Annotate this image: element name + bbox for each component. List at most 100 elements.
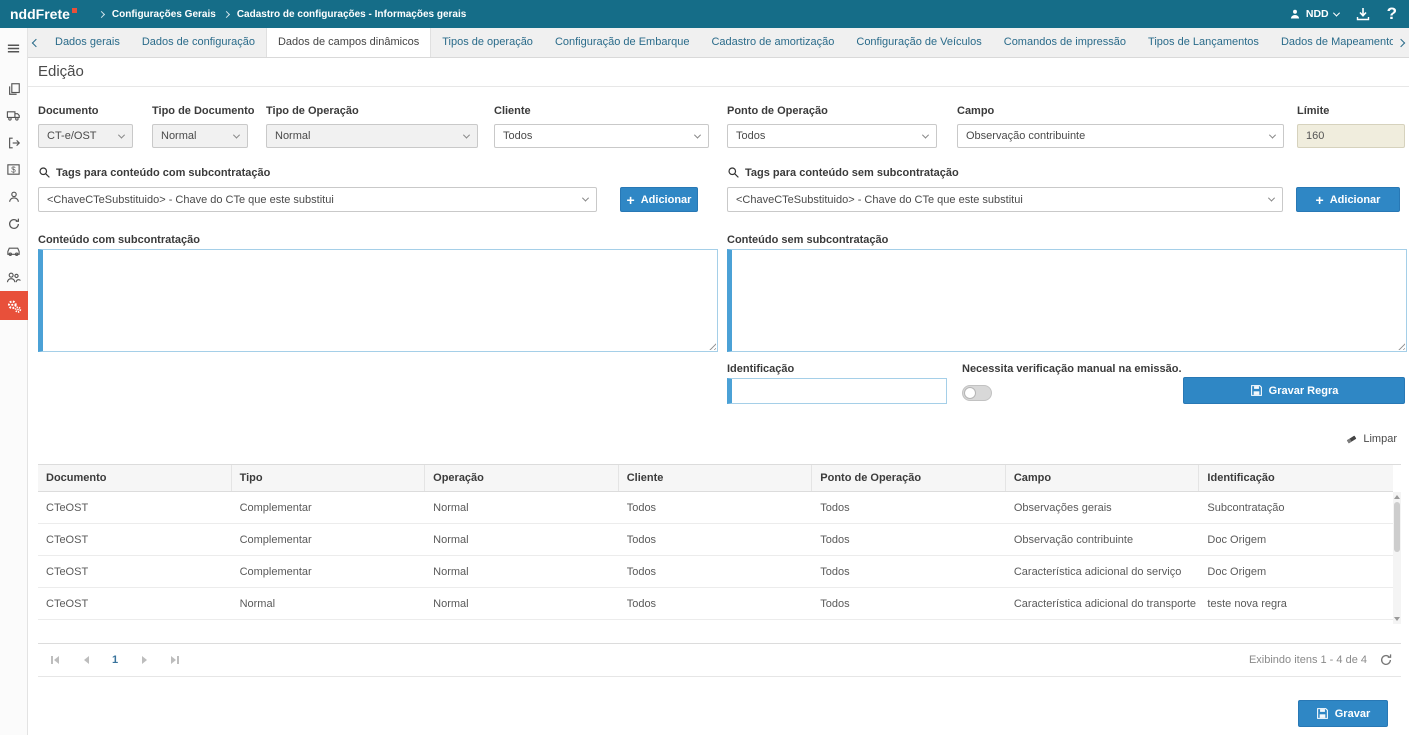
identificacao-label: Identificação xyxy=(727,363,794,375)
chevron-down-icon xyxy=(233,131,240,138)
tab-configuracao-de-embarque[interactable]: Configuração de Embarque xyxy=(544,28,701,57)
cell: CTeOST xyxy=(38,524,232,555)
next-page-button[interactable] xyxy=(135,651,153,669)
sidebar-item-billing[interactable]: $ xyxy=(0,156,28,183)
content-without-textarea[interactable] xyxy=(727,249,1407,352)
cell: CTeOST xyxy=(38,492,232,523)
chevron-right-icon xyxy=(1397,38,1405,46)
breadcrumb-cadastro-configuracoes[interactable]: Cadastro de configurações - Informações … xyxy=(237,9,467,20)
table-row[interactable]: CTeOST Complementar Normal Todos Todos O… xyxy=(38,492,1393,524)
cell: Característica adicional do transporte xyxy=(1006,588,1200,619)
first-page-button[interactable] xyxy=(46,651,64,669)
sidebar-item-export[interactable] xyxy=(0,129,28,156)
app-logo[interactable]: nddFrete xyxy=(10,6,77,22)
sidebar-item-menu[interactable] xyxy=(0,35,28,62)
tab-tipos-de-lancamentos[interactable]: Tipos de Lançamentos xyxy=(1137,28,1270,57)
table-scrollbar[interactable] xyxy=(1393,492,1401,624)
content-with-wrap xyxy=(38,249,718,352)
cell: Doc Origem xyxy=(1199,556,1393,587)
tipo-documento-select[interactable]: Normal xyxy=(152,124,248,148)
clear-button[interactable]: Limpar xyxy=(1345,432,1397,445)
logo-badge-icon xyxy=(72,8,77,13)
sidebar-item-sync[interactable] xyxy=(0,210,28,237)
cell: Todos xyxy=(812,588,1006,619)
tab-dados-de-configuracao[interactable]: Dados de configuração xyxy=(131,28,266,57)
tipo-operacao-label: Tipo de Operação xyxy=(266,105,359,117)
scroll-down-icon[interactable] xyxy=(1394,617,1400,621)
menu-icon xyxy=(6,41,21,56)
add-tag-with-button[interactable]: + Adicionar xyxy=(620,187,698,212)
tab-configuracao-de-veiculos[interactable]: Configuração de Veículos xyxy=(845,28,992,57)
chevron-down-icon xyxy=(582,195,589,202)
previous-page-button[interactable] xyxy=(77,651,95,669)
manual-check-label: Necessita verificação manual na emissão. xyxy=(962,363,1182,375)
sidebar-item-users[interactable] xyxy=(0,264,28,291)
breadcrumb-configuracoes-gerais[interactable]: Configurações Gerais xyxy=(112,9,216,20)
items-status: Exibindo itens 1 - 4 de 4 xyxy=(1249,654,1367,666)
table-row[interactable]: CTeOST Complementar Normal Todos Todos O… xyxy=(38,524,1393,556)
column-header-ponto-operacao: Ponto de Operação xyxy=(812,465,1006,491)
tipo-operacao-select[interactable]: Normal xyxy=(266,124,478,148)
add-tag-without-button[interactable]: + Adicionar xyxy=(1296,187,1400,212)
sidebar-item-settings[interactable] xyxy=(0,291,28,320)
tabs-scroll-right-button[interactable] xyxy=(1393,28,1409,57)
column-header-operacao: Operação xyxy=(425,465,619,491)
column-header-campo: Campo xyxy=(1006,465,1200,491)
chevron-right-icon xyxy=(98,10,105,17)
cell: Complementar xyxy=(232,492,426,523)
scroll-thumb[interactable] xyxy=(1394,502,1400,552)
save-icon xyxy=(1316,707,1329,720)
refresh-button[interactable] xyxy=(1379,653,1393,667)
page-title: Edição xyxy=(38,63,84,80)
manual-check-toggle[interactable] xyxy=(962,385,992,401)
save-icon xyxy=(1250,384,1263,397)
tab-cadastro-de-amortizacao[interactable]: Cadastro de amortização xyxy=(700,28,845,57)
cell: Normal xyxy=(232,588,426,619)
tags-with-select[interactable]: <ChaveCTeSubstituido> - Chave do CTe que… xyxy=(38,187,597,212)
last-page-button[interactable] xyxy=(166,651,184,669)
help-button[interactable]: ? xyxy=(1387,4,1399,24)
tab-comandos-de-impressao[interactable]: Comandos de impressão xyxy=(993,28,1137,57)
sidebar-item-copy[interactable] xyxy=(0,75,28,102)
sidebar-item-vehicle[interactable] xyxy=(0,237,28,264)
user-menu[interactable]: NDD xyxy=(1289,8,1339,20)
cell: Todos xyxy=(619,492,813,523)
download-button[interactable] xyxy=(1355,6,1371,22)
save-rule-button[interactable]: Gravar Regra xyxy=(1183,377,1405,404)
vehicle-icon xyxy=(6,243,21,258)
tab-dados-gerais[interactable]: Dados gerais xyxy=(44,28,131,57)
search-icon xyxy=(38,166,51,179)
table-header: Documento Tipo Operação Cliente Ponto de… xyxy=(38,465,1393,492)
table-row[interactable]: CTeOST Complementar Normal Todos Todos C… xyxy=(38,556,1393,588)
campo-select[interactable]: Observação contribuinte xyxy=(957,124,1284,148)
tab-dados-de-mapeamento[interactable]: Dados de Mapeamento xyxy=(1270,28,1393,57)
cliente-label: Cliente xyxy=(494,105,531,117)
tab-tipos-de-operacao[interactable]: Tipos de operação xyxy=(431,28,544,57)
breadcrumb: Configurações Gerais Cadastro de configu… xyxy=(91,9,466,20)
cell: Todos xyxy=(619,588,813,619)
page-number[interactable]: 1 xyxy=(108,654,122,666)
tags-without-label: Tags para conteúdo sem subcontratação xyxy=(727,166,959,179)
sidebar-item-user[interactable] xyxy=(0,183,28,210)
billing-icon: $ xyxy=(6,162,21,177)
limite-input[interactable] xyxy=(1297,124,1405,148)
sidebar-item-truck[interactable] xyxy=(0,102,28,129)
documento-select[interactable]: CT-e/OST xyxy=(38,124,133,148)
save-button[interactable]: Gravar xyxy=(1298,700,1388,727)
tab-dados-de-campos-dinamicos[interactable]: Dados de campos dinâmicos xyxy=(266,28,431,57)
tags-without-select[interactable]: <ChaveCTeSubstituido> - Chave do CTe que… xyxy=(727,187,1283,212)
ponto-operacao-label: Ponto de Operação xyxy=(727,105,828,117)
search-icon xyxy=(727,166,740,179)
cliente-select[interactable]: Todos xyxy=(494,124,709,148)
documento-label: Documento xyxy=(38,105,99,117)
tabs-scroll-left-button[interactable] xyxy=(28,28,44,57)
table-row[interactable]: CTeOST Normal Normal Todos Todos Caracte… xyxy=(38,588,1393,620)
copy-icon xyxy=(7,82,21,96)
ponto-operacao-select[interactable]: Todos xyxy=(727,124,937,148)
rules-table: Documento Tipo Operação Cliente Ponto de… xyxy=(38,464,1401,644)
scroll-up-icon[interactable] xyxy=(1394,495,1400,499)
previous-page-icon xyxy=(84,656,89,664)
content-with-textarea[interactable] xyxy=(38,249,718,352)
campo-label: Campo xyxy=(957,105,994,117)
identificacao-input[interactable] xyxy=(727,378,947,404)
